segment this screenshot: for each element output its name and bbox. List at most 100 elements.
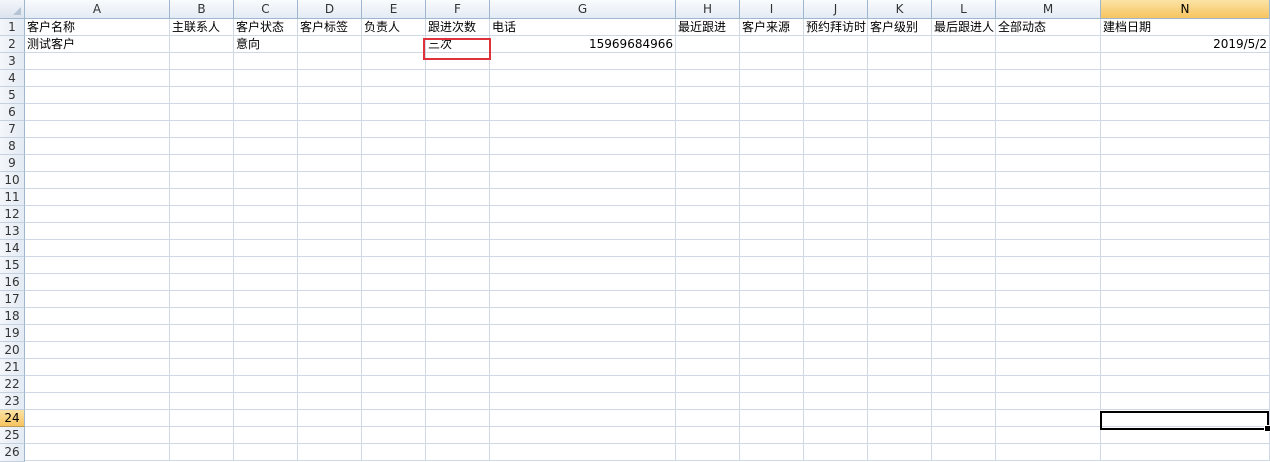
- cell[interactable]: [1101, 393, 1270, 410]
- cell[interactable]: [868, 240, 932, 257]
- cell[interactable]: [868, 206, 932, 223]
- cell[interactable]: [1101, 444, 1270, 461]
- cell[interactable]: [25, 189, 170, 206]
- cell[interactable]: [996, 87, 1101, 104]
- cell[interactable]: [298, 325, 362, 342]
- cell[interactable]: [25, 138, 170, 155]
- cell[interactable]: [362, 291, 426, 308]
- row-header-1[interactable]: 1: [0, 19, 25, 36]
- cell[interactable]: [868, 308, 932, 325]
- cell[interactable]: [676, 410, 740, 427]
- cell[interactable]: [740, 70, 804, 87]
- cell[interactable]: [170, 342, 234, 359]
- cell[interactable]: [804, 223, 868, 240]
- cell[interactable]: [426, 240, 490, 257]
- cell[interactable]: [868, 274, 932, 291]
- cell[interactable]: [868, 87, 932, 104]
- cell[interactable]: [804, 274, 868, 291]
- column-header-a[interactable]: A: [25, 0, 170, 19]
- cell[interactable]: [362, 410, 426, 427]
- header-cell-g[interactable]: 电话: [490, 19, 676, 36]
- cell[interactable]: [170, 325, 234, 342]
- cell[interactable]: [362, 172, 426, 189]
- row-header-22[interactable]: 22: [0, 376, 25, 393]
- row-header-26[interactable]: 26: [0, 444, 25, 462]
- cell[interactable]: [676, 257, 740, 274]
- row-header-17[interactable]: 17: [0, 291, 25, 308]
- cell[interactable]: [740, 376, 804, 393]
- column-header-e[interactable]: E: [362, 0, 426, 19]
- cell[interactable]: [426, 257, 490, 274]
- cell[interactable]: [426, 53, 490, 70]
- cell[interactable]: [426, 444, 490, 461]
- cell[interactable]: [362, 87, 426, 104]
- cell[interactable]: [868, 359, 932, 376]
- cell[interactable]: [932, 223, 996, 240]
- cell[interactable]: [170, 189, 234, 206]
- cell[interactable]: [804, 291, 868, 308]
- cell[interactable]: [362, 36, 426, 53]
- cell[interactable]: [298, 138, 362, 155]
- cell[interactable]: [740, 359, 804, 376]
- header-cell-j[interactable]: 预约拜访时: [804, 19, 868, 36]
- cell[interactable]: [234, 359, 298, 376]
- cell-f2[interactable]: 三次: [426, 36, 490, 53]
- cell[interactable]: [298, 444, 362, 461]
- cell[interactable]: [490, 87, 676, 104]
- cell[interactable]: [996, 325, 1101, 342]
- column-header-h[interactable]: H: [676, 0, 740, 19]
- cell[interactable]: [490, 274, 676, 291]
- column-header-k[interactable]: K: [868, 0, 932, 19]
- cell[interactable]: [676, 325, 740, 342]
- cell[interactable]: [426, 172, 490, 189]
- cell[interactable]: [740, 223, 804, 240]
- cell[interactable]: [490, 240, 676, 257]
- cell[interactable]: [298, 393, 362, 410]
- spreadsheet[interactable]: A B C D E F G H I J K L M N 1 客户名称 主联系人 客户状态 客户标签 负责人 跟进次数 电话…: [0, 0, 1270, 462]
- row-header-6[interactable]: 6: [0, 104, 25, 121]
- cell[interactable]: [932, 308, 996, 325]
- cell[interactable]: [996, 376, 1101, 393]
- header-cell-i[interactable]: 客户来源: [740, 19, 804, 36]
- cell[interactable]: [1101, 240, 1270, 257]
- cell[interactable]: [932, 206, 996, 223]
- cell[interactable]: [932, 325, 996, 342]
- cell[interactable]: [362, 393, 426, 410]
- cell[interactable]: [740, 138, 804, 155]
- cell[interactable]: [676, 291, 740, 308]
- cell[interactable]: [996, 308, 1101, 325]
- cell[interactable]: [676, 189, 740, 206]
- cell[interactable]: [676, 308, 740, 325]
- cell[interactable]: [868, 155, 932, 172]
- cell[interactable]: [490, 342, 676, 359]
- cell[interactable]: [676, 427, 740, 444]
- cell[interactable]: [25, 393, 170, 410]
- row-header-19[interactable]: 19: [0, 325, 25, 342]
- cell[interactable]: [426, 104, 490, 121]
- cell[interactable]: [170, 172, 234, 189]
- cell[interactable]: [676, 36, 740, 53]
- cell[interactable]: [996, 274, 1101, 291]
- cell[interactable]: [170, 53, 234, 70]
- cell[interactable]: [932, 155, 996, 172]
- cell[interactable]: [426, 138, 490, 155]
- cell[interactable]: [298, 223, 362, 240]
- cell[interactable]: [740, 325, 804, 342]
- cell[interactable]: [362, 427, 426, 444]
- cell[interactable]: [868, 444, 932, 461]
- cell[interactable]: [170, 274, 234, 291]
- cell[interactable]: [932, 36, 996, 53]
- cell[interactable]: [426, 427, 490, 444]
- cell[interactable]: [804, 393, 868, 410]
- cell[interactable]: [932, 376, 996, 393]
- cell[interactable]: [932, 257, 996, 274]
- header-cell-e[interactable]: 负责人: [362, 19, 426, 36]
- cell[interactable]: [362, 223, 426, 240]
- cell[interactable]: [804, 376, 868, 393]
- cell[interactable]: [362, 104, 426, 121]
- cell[interactable]: [932, 359, 996, 376]
- cell[interactable]: [932, 121, 996, 138]
- cell[interactable]: [25, 104, 170, 121]
- column-header-i[interactable]: I: [740, 0, 804, 19]
- cell[interactable]: [740, 155, 804, 172]
